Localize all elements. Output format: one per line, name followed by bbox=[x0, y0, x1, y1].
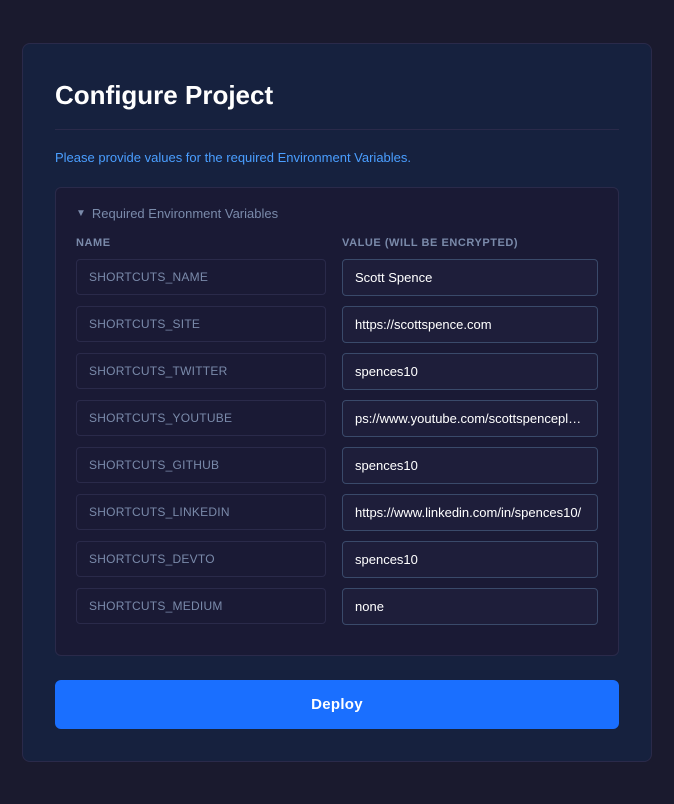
env-name-field-2 bbox=[76, 353, 326, 389]
env-section-header: ▼ Required Environment Variables bbox=[76, 206, 598, 221]
modal-title: Configure Project bbox=[55, 80, 619, 111]
env-name-field-7 bbox=[76, 588, 326, 624]
column-headers: NAME VALUE (WILL BE ENCRYPTED) bbox=[76, 237, 598, 249]
chevron-down-icon: ▼ bbox=[76, 208, 86, 219]
env-name-field-0 bbox=[76, 259, 326, 295]
table-row bbox=[76, 541, 598, 578]
name-column-header: NAME bbox=[76, 237, 326, 249]
divider bbox=[55, 129, 619, 130]
table-row bbox=[76, 494, 598, 531]
table-row bbox=[76, 259, 598, 296]
env-value-field-5[interactable] bbox=[342, 494, 598, 531]
modal-container: Configure Project Please provide values … bbox=[22, 43, 652, 762]
env-value-field-3[interactable] bbox=[342, 400, 598, 437]
env-value-field-4[interactable] bbox=[342, 447, 598, 484]
subtitle: Please provide values for the required E… bbox=[55, 150, 619, 165]
table-row bbox=[76, 353, 598, 390]
table-row bbox=[76, 588, 598, 625]
env-value-field-2[interactable] bbox=[342, 353, 598, 390]
env-variables-section: ▼ Required Environment Variables NAME VA… bbox=[55, 187, 619, 656]
env-name-field-3 bbox=[76, 400, 326, 436]
deploy-button[interactable]: Deploy bbox=[55, 680, 619, 729]
env-name-field-4 bbox=[76, 447, 326, 483]
table-row bbox=[76, 306, 598, 343]
env-value-field-0[interactable] bbox=[342, 259, 598, 296]
env-rows-container bbox=[76, 259, 598, 625]
value-column-header: VALUE (WILL BE ENCRYPTED) bbox=[342, 237, 598, 249]
table-row bbox=[76, 400, 598, 437]
env-name-field-6 bbox=[76, 541, 326, 577]
env-value-field-1[interactable] bbox=[342, 306, 598, 343]
env-value-field-6[interactable] bbox=[342, 541, 598, 578]
env-name-field-1 bbox=[76, 306, 326, 342]
env-name-field-5 bbox=[76, 494, 326, 530]
table-row bbox=[76, 447, 598, 484]
env-value-field-7[interactable] bbox=[342, 588, 598, 625]
env-section-label: Required Environment Variables bbox=[92, 206, 278, 221]
